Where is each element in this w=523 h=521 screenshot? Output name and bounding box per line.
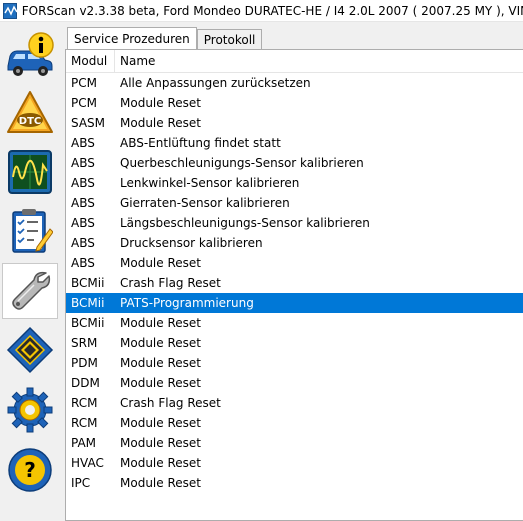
sidebar-item-vehicle-info[interactable] <box>2 26 58 82</box>
cell-modul: ABS <box>71 256 95 270</box>
sidebar-item-service[interactable] <box>2 263 58 319</box>
table-row[interactable]: SRM Module Reset <box>66 333 523 353</box>
column-header-name[interactable]: Name <box>115 50 523 72</box>
cell-name: Module Reset <box>120 376 201 390</box>
cell-name: Alle Anpassungen zurücksetzen <box>120 76 311 90</box>
dtc-icon: DTC <box>7 91 53 133</box>
cell-modul: SASM <box>71 116 106 130</box>
cell-modul: ABS <box>71 136 95 150</box>
table-row[interactable]: PCM Module Reset <box>66 93 523 113</box>
cell-name: ABS-Entlüftung findet statt <box>120 136 281 150</box>
sidebar-item-tests[interactable] <box>2 203 58 259</box>
cell-modul: ABS <box>71 236 95 250</box>
cell-name: Crash Flag Reset <box>120 276 221 290</box>
wrench-icon <box>12 271 51 310</box>
app-icon <box>3 2 18 19</box>
cell-modul: DDM <box>71 376 100 390</box>
table-row[interactable]: BCMii Module Reset <box>66 313 523 333</box>
table-row[interactable]: RCM Module Reset <box>66 413 523 433</box>
tab-bar: Service Prozeduren Protokoll <box>67 27 263 49</box>
cell-modul: BCMii <box>71 276 105 290</box>
table-row[interactable]: PDM Module Reset <box>66 353 523 373</box>
cell-modul: BCMii <box>71 296 105 310</box>
main-panel: Service Prozeduren Protokoll Modul Name … <box>64 22 523 521</box>
sidebar-item-dtc[interactable]: DTC <box>2 85 58 141</box>
cell-modul: ABS <box>71 196 95 210</box>
cell-name: Module Reset <box>120 476 201 490</box>
cell-name: Querbeschleunigungs-Sensor kalibrieren <box>120 156 364 170</box>
chip-icon <box>6 326 54 374</box>
cell-modul: PCM <box>71 76 97 90</box>
table-row[interactable]: PAM Module Reset <box>66 433 523 453</box>
table-row-selected[interactable]: BCMii PATS-Programmierung <box>66 293 523 313</box>
cell-name: Lenkwinkel-Sensor kalibrieren <box>120 176 300 190</box>
cell-modul: IPC <box>71 476 91 490</box>
cell-name: Gierraten-Sensor kalibrieren <box>120 196 290 210</box>
table-row[interactable]: DDM Module Reset <box>66 373 523 393</box>
title-bar: FORScan v2.3.38 beta, Ford Mondeo DURATE… <box>0 0 523 22</box>
cell-modul: ABS <box>71 176 95 190</box>
cell-modul: ABS <box>71 156 95 170</box>
cell-name: Module Reset <box>120 356 201 370</box>
cell-name: Längsbeschleunigungs-Sensor kalibrieren <box>120 216 370 230</box>
table-row[interactable]: SASM Module Reset <box>66 113 523 133</box>
cell-modul: SRM <box>71 336 98 350</box>
table-row[interactable]: IPC Module Reset <box>66 473 523 493</box>
svg-text:?: ? <box>24 458 36 482</box>
list-rows: PCM Alle Anpassungen zurücksetzen PCM Modul… <box>66 73 523 493</box>
cell-name: Module Reset <box>120 96 201 110</box>
svg-text:DTC: DTC <box>19 116 41 127</box>
cell-modul: RCM <box>71 416 98 430</box>
cell-name: Module Reset <box>120 416 201 430</box>
car-info-icon <box>7 32 54 76</box>
tab-protocol[interactable]: Protokoll <box>196 29 263 49</box>
cell-modul: PDM <box>71 356 98 370</box>
oscilloscope-icon <box>8 150 52 194</box>
table-row[interactable]: ABS Module Reset <box>66 253 523 273</box>
table-row[interactable]: ABS Drucksensor kalibrieren <box>66 233 523 253</box>
sidebar-item-help[interactable]: ? <box>2 442 58 498</box>
checklist-icon <box>12 209 53 253</box>
cell-name: Module Reset <box>120 436 201 450</box>
table-row[interactable]: ABS Längsbeschleunigungs-Sensor kalibrier… <box>66 213 523 233</box>
cell-modul: HVAC <box>71 456 104 470</box>
help-icon: ? <box>8 448 52 492</box>
cell-modul: PAM <box>71 436 97 450</box>
cell-name: Module Reset <box>120 256 201 270</box>
list-header: Modul Name <box>66 50 523 73</box>
gear-icon <box>7 387 53 433</box>
window-title: FORScan v2.3.38 beta, Ford Mondeo DURATE… <box>21 3 523 18</box>
table-row[interactable]: RCM Crash Flag Reset <box>66 393 523 413</box>
cell-modul: RCM <box>71 396 98 410</box>
table-row[interactable]: PCM Alle Anpassungen zurücksetzen <box>66 73 523 93</box>
tab-service-procedures[interactable]: Service Prozeduren <box>67 27 197 49</box>
table-row[interactable]: ABS Gierraten-Sensor kalibrieren <box>66 193 523 213</box>
cell-name: PATS-Programmierung <box>120 296 254 310</box>
sidebar: DTC ? <box>0 22 62 521</box>
sidebar-item-settings[interactable] <box>2 382 58 438</box>
cell-modul: ABS <box>71 216 95 230</box>
cell-name: Module Reset <box>120 316 201 330</box>
cell-name: Module Reset <box>120 456 201 470</box>
table-row[interactable]: ABS Lenkwinkel-Sensor kalibrieren <box>66 173 523 193</box>
table-row[interactable]: BCMii Crash Flag Reset <box>66 273 523 293</box>
cell-name: Drucksensor kalibrieren <box>120 236 263 250</box>
service-procedure-list[interactable]: Modul Name PCM Alle Anpassungen zurückset… <box>65 49 523 521</box>
cell-modul: BCMii <box>71 316 105 330</box>
cell-name: Crash Flag Reset <box>120 396 221 410</box>
table-row[interactable]: HVAC Module Reset <box>66 453 523 473</box>
column-header-modul[interactable]: Modul <box>66 50 115 72</box>
table-row[interactable]: ABS Querbeschleunigungs-Sensor kalibriere… <box>66 153 523 173</box>
cell-name: Module Reset <box>120 116 201 130</box>
table-row[interactable]: ABS ABS-Entlüftung findet statt <box>66 133 523 153</box>
sidebar-item-configuration[interactable] <box>2 322 58 378</box>
sidebar-item-live-data[interactable] <box>2 144 58 200</box>
cell-modul: PCM <box>71 96 97 110</box>
cell-name: Module Reset <box>120 336 201 350</box>
